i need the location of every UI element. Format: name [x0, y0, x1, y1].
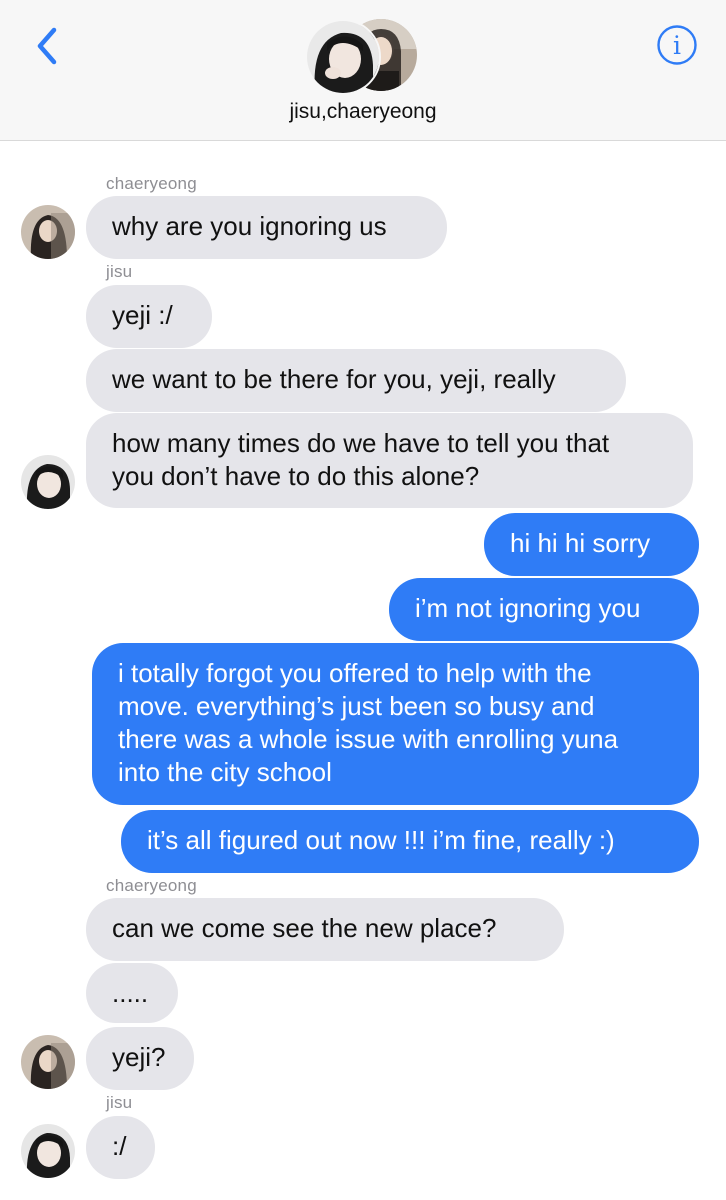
message-bubble[interactable]: we want to be there for you, yeji, reall… — [86, 349, 626, 412]
message-bubble[interactable]: yeji? — [86, 1027, 194, 1090]
message-bubble[interactable]: can we come see the new place? — [86, 898, 564, 961]
message-bubble[interactable]: :/ — [86, 1116, 155, 1179]
jisu-avatar — [21, 455, 75, 509]
conversation-header: i jisu,chaeryeong — [0, 0, 726, 141]
message-bubble[interactable]: i totally forgot you offered to help wit… — [92, 643, 699, 805]
sender-label: jisu — [106, 1093, 133, 1112]
message-bubble[interactable]: i’m not ignoring you — [389, 578, 699, 641]
message-bubble[interactable]: hi hi hi sorry — [484, 513, 699, 576]
jisu-avatar — [305, 19, 381, 95]
jisu-avatar — [21, 1124, 75, 1178]
message-bubble[interactable]: yeji :/ — [86, 285, 212, 348]
back-button[interactable] — [28, 24, 68, 68]
sender-label: chaeryeong — [106, 174, 197, 193]
sender-label: chaeryeong — [106, 876, 197, 895]
info-glyph: i — [673, 31, 681, 60]
message-bubble[interactable]: how many times do we have to tell you th… — [86, 413, 693, 508]
group-name[interactable]: jisu,chaeryeong — [0, 100, 726, 124]
sender-label: jisu — [106, 262, 133, 281]
chevron-left-icon — [37, 27, 57, 65]
message-bubble[interactable]: ..... — [86, 963, 178, 1023]
info-button[interactable]: i — [656, 24, 698, 66]
chaeryeong-avatar — [21, 1035, 75, 1089]
info-icon: i — [657, 25, 697, 65]
group-avatars[interactable] — [305, 19, 420, 95]
message-bubble[interactable]: it’s all figured out now !!! i’m fine, r… — [121, 810, 699, 873]
message-bubble[interactable]: why are you ignoring us — [86, 196, 447, 259]
chaeryeong-avatar — [21, 205, 75, 259]
